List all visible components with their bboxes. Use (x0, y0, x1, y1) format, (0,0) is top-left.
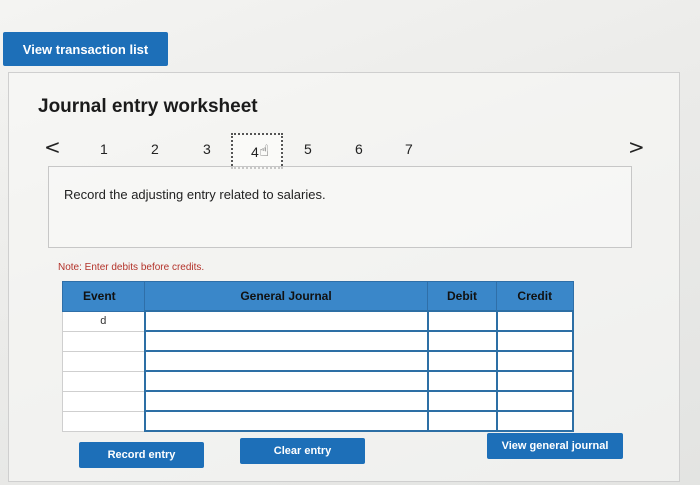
record-entry-button[interactable]: Record entry (79, 442, 204, 468)
account-cell[interactable] (143, 370, 429, 392)
debit-cell[interactable] (426, 310, 498, 332)
note-text: Note: Enter debits before credits. (58, 262, 205, 273)
account-cell[interactable] (143, 310, 429, 332)
instruction-box: Record the adjusting entry related to sa… (48, 166, 632, 248)
table-row: d (62, 310, 574, 332)
header-credit: Credit (496, 281, 574, 312)
journal-table: Event General Journal Debit Credit d (62, 281, 574, 432)
debit-input[interactable] (428, 354, 496, 370)
step-1-button[interactable]: 1 (100, 141, 108, 157)
event-cell: d (62, 310, 145, 332)
table-row (62, 350, 574, 372)
debit-input[interactable] (428, 374, 496, 390)
credit-input[interactable] (497, 374, 572, 390)
account-input[interactable] (145, 314, 427, 330)
credit-cell[interactable] (495, 310, 574, 332)
debit-cell[interactable] (426, 330, 498, 352)
event-cell (62, 390, 145, 412)
page-title: Journal entry worksheet (38, 96, 258, 117)
account-input[interactable] (145, 354, 427, 370)
credit-cell[interactable] (495, 370, 574, 392)
hand-cursor-icon: ☝ (259, 141, 269, 160)
credit-cell[interactable] (495, 390, 574, 412)
credit-input[interactable] (497, 394, 572, 410)
account-cell[interactable] (143, 330, 429, 352)
prev-arrow-button[interactable]: < (44, 135, 61, 159)
view-transaction-list-button[interactable]: View transaction list (3, 32, 168, 66)
credit-cell[interactable] (495, 350, 574, 372)
debit-cell[interactable] (426, 410, 498, 432)
table-row (62, 370, 574, 392)
step-5-button[interactable]: 5 (304, 141, 312, 157)
table-row (62, 330, 574, 352)
header-general-journal: General Journal (144, 281, 428, 312)
view-general-journal-button[interactable]: View general journal (487, 433, 623, 459)
debit-cell[interactable] (426, 350, 498, 372)
step-2-button[interactable]: 2 (151, 141, 159, 157)
table-row (62, 390, 574, 412)
event-cell (62, 330, 145, 352)
debit-input[interactable] (428, 394, 496, 410)
credit-input[interactable] (497, 354, 572, 370)
header-event: Event (62, 281, 145, 312)
step-4-label: 4 (251, 144, 259, 160)
debit-cell[interactable] (426, 370, 498, 392)
account-input[interactable] (145, 394, 427, 410)
event-cell (62, 370, 145, 392)
account-input[interactable] (145, 334, 427, 350)
event-cell (62, 350, 145, 372)
step-6-button[interactable]: 6 (355, 141, 363, 157)
debit-input[interactable] (428, 414, 496, 430)
clear-entry-button[interactable]: Clear entry (240, 438, 365, 464)
event-cell (62, 410, 145, 432)
account-cell[interactable] (143, 390, 429, 412)
credit-cell[interactable] (495, 330, 574, 352)
step-4-button[interactable]: 4 ☝ (231, 133, 283, 169)
step-7-button[interactable]: 7 (405, 141, 413, 157)
debit-cell[interactable] (426, 390, 498, 412)
account-cell[interactable] (143, 350, 429, 372)
account-cell[interactable] (143, 410, 429, 432)
table-row (62, 410, 574, 432)
header-debit: Debit (427, 281, 497, 312)
debit-input[interactable] (428, 314, 496, 330)
credit-input[interactable] (497, 334, 572, 350)
instruction-text: Record the adjusting entry related to sa… (64, 187, 326, 202)
credit-input[interactable] (497, 314, 572, 330)
account-input[interactable] (145, 414, 427, 430)
credit-cell[interactable] (495, 410, 574, 432)
next-arrow-button[interactable]: > (628, 135, 645, 159)
debit-input[interactable] (428, 334, 496, 350)
account-input[interactable] (145, 374, 427, 390)
step-3-button[interactable]: 3 (203, 141, 211, 157)
credit-input[interactable] (497, 414, 572, 430)
